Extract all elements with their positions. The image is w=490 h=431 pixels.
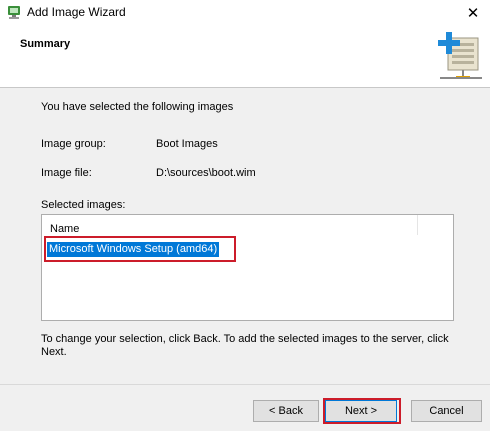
- next-button[interactable]: Next >: [325, 400, 397, 422]
- footer-separator: [0, 384, 490, 385]
- close-icon: ✕: [466, 5, 480, 22]
- page-title: Summary: [20, 38, 71, 50]
- image-group-label: Image group:: [41, 138, 106, 150]
- close-button[interactable]: ✕: [456, 0, 490, 26]
- image-file-value: D:\sources\boot.wim: [156, 167, 256, 179]
- wizard-header: Summary: [0, 26, 490, 88]
- cancel-button[interactable]: Cancel: [411, 400, 482, 422]
- window-title: Add Image Wizard: [27, 5, 126, 19]
- column-header-name[interactable]: Name: [42, 215, 418, 235]
- instructions-text: To change your selection, click Back. To…: [41, 333, 449, 358]
- wizard-app-icon: [8, 6, 20, 19]
- selected-images-label: Selected images:: [41, 199, 126, 211]
- intro-text: You have selected the following images: [41, 101, 234, 113]
- back-button[interactable]: < Back: [253, 400, 319, 422]
- image-group-value: Boot Images: [156, 138, 218, 150]
- server-add-icon: [438, 32, 482, 79]
- title-bar: Add Image Wizard ✕: [0, 0, 490, 26]
- column-header-label: Name: [50, 223, 80, 235]
- image-file-label: Image file:: [41, 167, 92, 179]
- selected-item-highlight: [44, 236, 236, 262]
- selected-images-list[interactable]: Name Microsoft Windows Setup (amd64): [41, 214, 454, 321]
